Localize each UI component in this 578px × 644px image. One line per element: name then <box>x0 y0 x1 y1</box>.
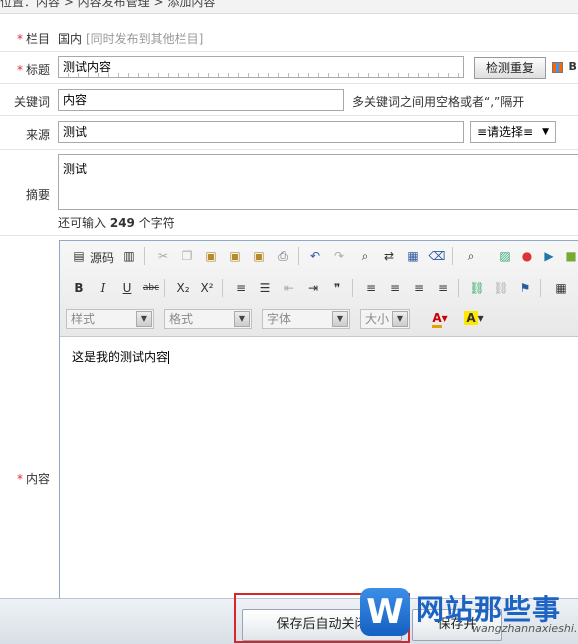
toolbar-row-2: B I U abc X₂ X² ≡ ☰ ⇤ ⇥ ❞ ≡ ≡ ≡ ≡ ⛓ ⛓ ⚑ … <box>66 279 578 303</box>
title-input[interactable]: 测试内容 <box>58 56 464 78</box>
column-row: * 栏目 国内 [同时发布到其他栏目] <box>0 22 578 52</box>
title-row: * 标题 测试内容 检测重复 B <box>0 52 578 84</box>
subscript-icon[interactable]: X₂ <box>174 279 192 297</box>
superscript-icon[interactable]: X² <box>198 279 216 297</box>
check-duplicate-button[interactable]: 检测重复 <box>474 57 546 79</box>
editor-toolbar: ▤ 源码 ▥ ✂ ❐ ▣ ▣ ▣ ⎙ ↶ ↷ ⌕ ⇄ ▦ ⌫ ⌕ ▨ ● ▶ ■… <box>60 241 578 337</box>
summary-remaining: 还可输入 249 个字符 <box>58 216 175 230</box>
rich-text-editor: ▤ 源码 ▥ ✂ ❐ ▣ ▣ ▣ ⎙ ↶ ↷ ⌕ ⇄ ▦ ⌫ ⌕ ▨ ● ▶ ■… <box>59 240 578 600</box>
blockquote-icon[interactable]: ❞ <box>328 279 346 297</box>
toolbar-row-1: ▤ 源码 ▥ ✂ ❐ ▣ ▣ ▣ ⎙ ↶ ↷ ⌕ ⇄ ▦ ⌫ ⌕ ▨ ● ▶ ■ <box>66 247 578 271</box>
source-select[interactable]: ≡请选择≡ ▼ <box>470 121 556 143</box>
watermark-logo: W <box>360 588 410 636</box>
select-all-icon[interactable]: ▦ <box>404 247 422 265</box>
paste-icon[interactable]: ▣ <box>202 247 220 265</box>
paste-text-icon[interactable]: ▣ <box>226 247 244 265</box>
breadcrumb: 位置：内容 > 内容发布管理 > 添加内容 <box>0 0 578 14</box>
unlink-icon[interactable]: ⛓ <box>492 279 510 297</box>
keywords-hint: 多关键词之间用空格或者“,”隔开 <box>352 95 525 109</box>
italic-icon[interactable]: I <box>94 279 112 297</box>
underline-icon[interactable]: U <box>118 279 136 297</box>
align-right-icon[interactable]: ≡ <box>410 279 428 297</box>
background-color-icon[interactable]: A ▾ <box>460 309 488 327</box>
table-icon[interactable]: ▦ <box>552 279 570 297</box>
cut-icon[interactable]: ✂ <box>154 247 172 265</box>
keywords-label: 关键词 <box>13 95 50 109</box>
bold-icon[interactable]: B <box>70 279 88 297</box>
breadcrumb-text: 位置：内容 > 内容发布管理 > 添加内容 <box>0 0 216 9</box>
style-combo[interactable]: 样式 ▼ <box>66 309 154 329</box>
summary-row: 摘要 测试 还可输入 249 个字符 <box>0 150 578 236</box>
replace-icon[interactable]: ⇄ <box>380 247 398 265</box>
column-value: 国内 <box>58 32 83 46</box>
text-caret <box>168 351 170 364</box>
toolbar-separator <box>458 279 459 297</box>
special-icon[interactable]: ■ <box>562 247 578 265</box>
document-icon[interactable]: ▥ <box>120 247 138 265</box>
align-justify-icon[interactable]: ≡ <box>434 279 452 297</box>
copy-icon[interactable]: ❐ <box>178 247 196 265</box>
strikethrough-icon[interactable]: abc <box>142 279 160 297</box>
media-icon[interactable]: ▶ <box>540 247 558 265</box>
content-label: * 内容 <box>16 472 50 486</box>
source-button[interactable]: 源码 <box>90 249 114 266</box>
outdent-icon[interactable]: ⇤ <box>280 279 298 297</box>
editor-content-area[interactable]: 这是我的测试内容 <box>60 338 578 600</box>
redo-icon[interactable]: ↷ <box>330 247 348 265</box>
source-row: 来源 测试 ≡请选择≡ ▼ <box>0 116 578 150</box>
title-label: * 标题 <box>16 63 50 77</box>
editor-content-text: 这是我的测试内容 <box>72 350 169 364</box>
cross-publish-link[interactable]: [同时发布到其他栏目] <box>86 30 203 47</box>
align-center-icon[interactable]: ≡ <box>386 279 404 297</box>
keywords-row: 关键词 内容 多关键词之间用空格或者“,”隔开 <box>0 84 578 116</box>
column-label: * 栏目 <box>16 32 50 46</box>
toolbar-separator <box>222 279 223 297</box>
toolbar-row-3: 样式 ▼ 格式 ▼ 字体 ▼ 大小 ▼ A▾ A ▾ <box>66 309 578 333</box>
text-color-icon[interactable]: A▾ <box>426 309 454 328</box>
align-left-icon[interactable]: ≡ <box>362 279 380 297</box>
print-icon[interactable]: ⎙ <box>274 247 292 265</box>
image-icon[interactable]: ▨ <box>496 247 514 265</box>
source-icon: ▤ <box>73 249 85 263</box>
font-combo[interactable]: 字体 ▼ <box>262 309 350 329</box>
toolbar-separator <box>298 247 299 265</box>
toolbar-separator <box>352 279 353 297</box>
flash-icon[interactable]: ● <box>518 247 536 265</box>
paste-word-icon[interactable]: ▣ <box>250 247 268 265</box>
summary-textarea[interactable]: 测试 <box>58 154 578 210</box>
toolbar-separator <box>164 279 165 297</box>
source-label: 来源 <box>25 128 50 142</box>
toolbar-separator <box>144 247 145 265</box>
source-input[interactable]: 测试 <box>58 121 464 143</box>
find-icon[interactable]: ⌕ <box>356 247 374 265</box>
link-icon[interactable]: ⛓ <box>468 279 486 297</box>
format-combo[interactable]: 格式 ▼ <box>164 309 252 329</box>
toolbar-separator <box>452 247 453 265</box>
preview-icon[interactable]: ⌕ <box>462 247 480 265</box>
watermark: W 网站那些事 wangzhannaxieshi.com <box>356 586 578 644</box>
toolbar-separator <box>540 279 541 297</box>
remove-format-icon[interactable]: ⌫ <box>428 247 446 265</box>
size-combo[interactable]: 大小 ▼ <box>360 309 410 329</box>
summary-label: 摘要 <box>25 188 50 202</box>
watermark-subtitle: wangzhannaxieshi.com <box>472 622 578 635</box>
keywords-input[interactable]: 内容 <box>58 89 344 111</box>
unordered-list-icon[interactable]: ☰ <box>256 279 274 297</box>
ordered-list-icon[interactable]: ≡ <box>232 279 250 297</box>
anchor-icon[interactable]: ⚑ <box>516 279 534 297</box>
indent-icon[interactable]: ⇥ <box>304 279 322 297</box>
title-style-icon[interactable]: B <box>552 60 577 73</box>
undo-icon[interactable]: ↶ <box>306 247 324 265</box>
